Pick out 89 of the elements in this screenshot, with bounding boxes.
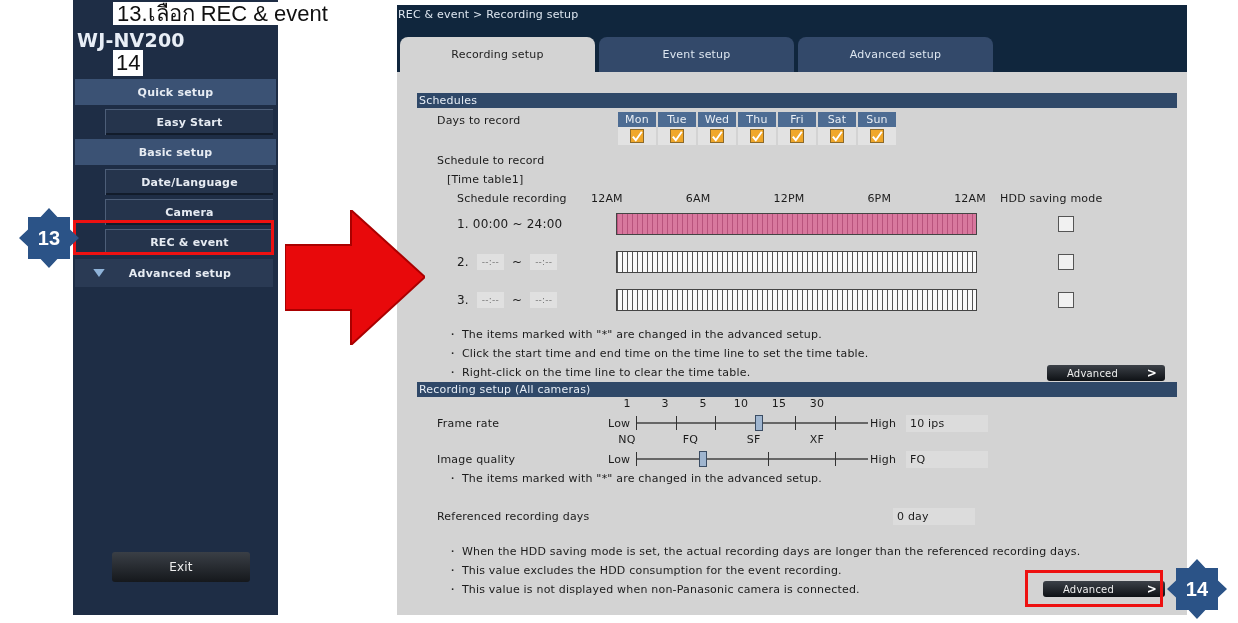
- slider-thumb[interactable]: [699, 451, 708, 467]
- field-label: Schedule recording: [457, 192, 568, 205]
- tick-label: NQ: [617, 433, 637, 448]
- day-header: Tue: [658, 112, 696, 127]
- timeline-bar[interactable]: [616, 251, 977, 273]
- checkbox[interactable]: [750, 129, 764, 143]
- note-text: ・ Click the start time and end time on the time line to set the time table.: [447, 346, 869, 362]
- breadcrumb: REC & event > Recording setup: [398, 8, 579, 21]
- checkbox[interactable]: [630, 129, 644, 143]
- tick-label: XF: [808, 433, 826, 448]
- checkbox[interactable]: [1058, 254, 1074, 270]
- menu-item[interactable]: Date/Language: [105, 169, 273, 195]
- step-label: 14: [113, 50, 144, 76]
- field-label: Image quality: [437, 452, 517, 466]
- note-text: ・ The items marked with "*" are changed in the advanced setup.: [446, 471, 822, 487]
- checkbox[interactable]: [790, 129, 804, 143]
- scale-label: High: [870, 452, 896, 466]
- tick-label: 30: [808, 397, 826, 412]
- range-separator: ~: [511, 255, 523, 269]
- checkbox[interactable]: [1058, 292, 1074, 308]
- tick-label: SF: [745, 433, 762, 448]
- field-label: [Time table1]: [447, 173, 525, 186]
- note-text: ・ Right-click on the time line to clear the time table.: [447, 365, 751, 381]
- checkbox[interactable]: [670, 129, 684, 143]
- scale-label: Low: [608, 452, 632, 466]
- time-field[interactable]: --:--: [476, 292, 504, 308]
- day-header: Mon: [618, 112, 656, 127]
- value-field: 10 ips: [906, 414, 988, 432]
- note-text: ・ This value is not displayed when non-Panasonic camera is connected.: [447, 582, 860, 598]
- note-text: ・ The items marked with "*" are changed in the advanced setup.: [447, 327, 822, 343]
- tab[interactable]: Advanced setup: [798, 37, 993, 72]
- value-field: 0 day: [893, 508, 975, 525]
- exit-button[interactable]: Exit: [112, 552, 250, 582]
- menu-toggle[interactable]: Advanced setup: [75, 259, 273, 287]
- menu-header[interactable]: Basic setup: [75, 139, 276, 165]
- time-label: 6AM: [685, 192, 711, 205]
- tick-label: 5: [698, 397, 708, 412]
- row-number: 3.: [457, 293, 469, 307]
- tick-label: 10: [732, 397, 750, 412]
- checkbox[interactable]: [710, 129, 724, 143]
- section-header: Recording setup (All cameras): [417, 382, 1177, 397]
- value-field: FQ: [906, 450, 988, 468]
- tab[interactable]: Recording setup: [400, 37, 595, 72]
- time-label: 12PM: [773, 192, 805, 205]
- field-label: Referenced recording days: [437, 510, 591, 523]
- field-label: Schedule to record: [437, 154, 546, 167]
- note-text: ・ This value excludes the HDD consumption for the event recording.: [447, 563, 842, 579]
- checkbox[interactable]: [870, 129, 884, 143]
- day-header: Sun: [858, 112, 896, 127]
- day-header: Sat: [818, 112, 856, 127]
- tab[interactable]: Event setup: [599, 37, 794, 72]
- time-field[interactable]: --:--: [530, 292, 558, 308]
- field-label: Days to record: [437, 114, 522, 127]
- time-label: 12AM: [954, 192, 986, 205]
- row-number: 2.: [457, 255, 469, 269]
- range-separator: ~: [511, 293, 523, 307]
- step-badge: 13: [19, 208, 79, 268]
- timeline-bar[interactable]: [616, 289, 977, 311]
- slider-track[interactable]: [636, 450, 868, 468]
- scale-label: Low: [608, 416, 632, 430]
- column-label: HDD saving mode: [1000, 192, 1103, 205]
- field-label: Frame rate: [437, 416, 501, 430]
- time-label: 12AM: [591, 192, 623, 205]
- slider-track[interactable]: [636, 414, 868, 432]
- day-header: Fri: [778, 112, 816, 127]
- menu-item[interactable]: Camera: [105, 199, 273, 225]
- menu-item[interactable]: REC & event: [105, 229, 273, 255]
- time-field[interactable]: --:--: [476, 254, 504, 270]
- checkbox[interactable]: [1058, 216, 1074, 232]
- day-header: Thu: [738, 112, 776, 127]
- time-range: 1. 00:00 ~ 24:00: [457, 217, 563, 231]
- advanced-button[interactable]: Advanced >: [1047, 365, 1165, 381]
- time-label: 6PM: [867, 192, 892, 205]
- tick-label: 15: [770, 397, 788, 412]
- model-name: WJ-NV200: [77, 29, 185, 51]
- tick-label: 3: [660, 397, 670, 412]
- checkbox[interactable]: [830, 129, 844, 143]
- section-header: Schedules: [417, 93, 1177, 108]
- tick-label: 1: [622, 397, 632, 412]
- scale-label: High: [870, 416, 896, 430]
- slider-thumb[interactable]: [754, 415, 763, 431]
- tick-label: FQ: [681, 433, 699, 448]
- advanced-button[interactable]: Advanced >: [1043, 581, 1165, 597]
- menu-item[interactable]: Easy Start: [105, 109, 273, 135]
- note-text: ・ When the HDD saving mode is set, the actual recording days are longer than the referenced recording days.: [447, 544, 1081, 560]
- time-field[interactable]: --:--: [530, 254, 558, 270]
- day-header: Wed: [698, 112, 736, 127]
- menu-header[interactable]: Quick setup: [75, 79, 276, 105]
- caret-icon: [92, 269, 105, 277]
